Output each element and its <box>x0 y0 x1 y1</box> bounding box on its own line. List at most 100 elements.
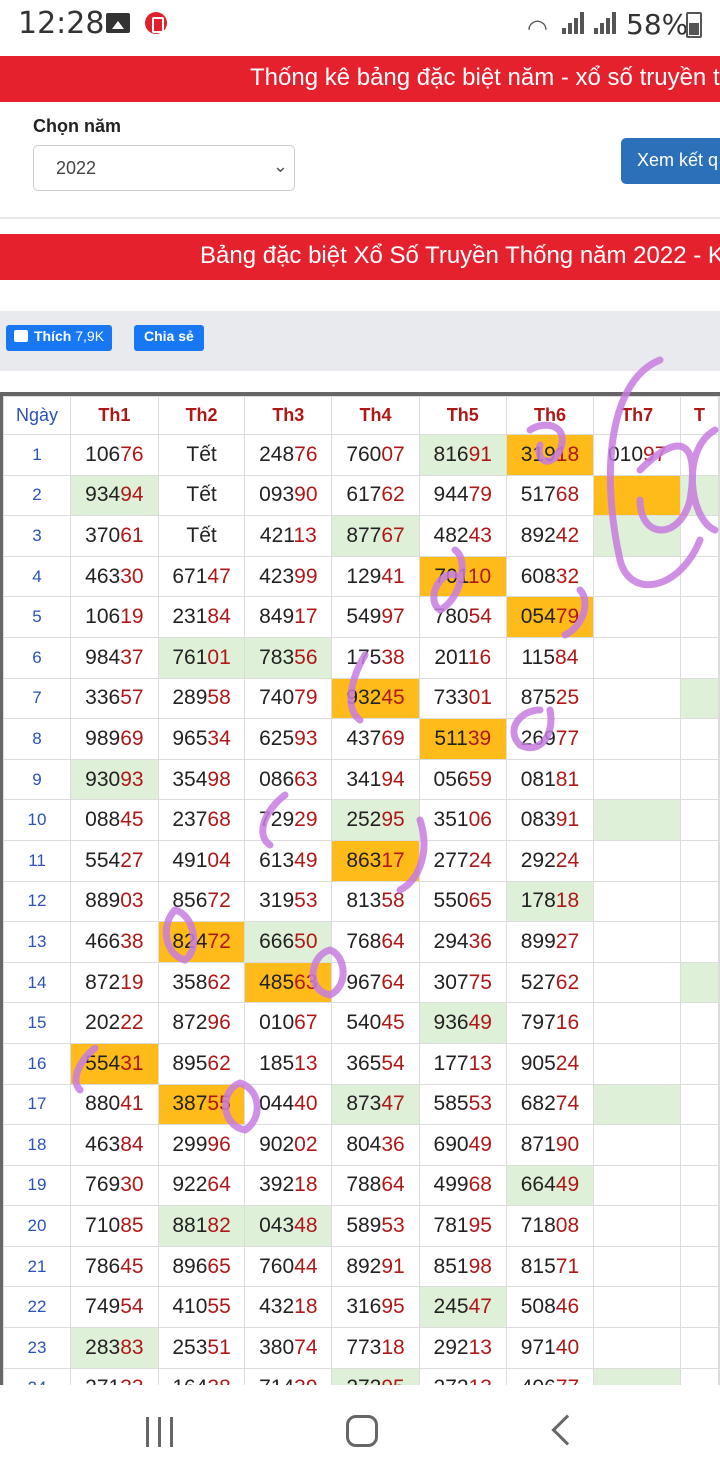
result-cell <box>593 1083 682 1126</box>
day-cell: 10 <box>3 799 72 841</box>
table-row: 6 98437 76101 78356 17538 20116 11584 <box>3 636 720 679</box>
result-cell: 23184 <box>157 596 246 638</box>
table-row: 19 76930 92264 39218 78864 49968 66449 <box>3 1164 720 1207</box>
result-cell: 36554 <box>331 1042 420 1085</box>
result-cell: 08391 <box>505 799 595 841</box>
result-cell: 61349 <box>244 839 333 882</box>
result-cell <box>593 1245 682 1288</box>
back-icon[interactable] <box>551 1414 583 1446</box>
result-cell: 20222 <box>70 1002 159 1044</box>
result-cell: Tết <box>157 434 246 476</box>
result-cell-extra <box>718 474 720 517</box>
table-row: 4 46330 67147 42399 12941 70110 60832 <box>3 555 720 598</box>
month-column-header: Th6 <box>505 396 595 435</box>
result-cell: 76101 <box>157 636 246 679</box>
result-cell: 35498 <box>157 758 246 801</box>
result-cell: 72929 <box>244 799 333 841</box>
result-cell: 09390 <box>244 474 333 517</box>
result-cell: 27295 <box>331 1367 420 1385</box>
wifi-icon: ◠ <box>527 15 548 42</box>
result-cell: 46330 <box>70 555 159 598</box>
result-cell: 89242 <box>505 515 595 557</box>
result-cell: 90202 <box>244 1124 333 1166</box>
result-cell-extra <box>718 515 720 557</box>
table-row: 15 20222 87296 01067 54045 93649 79716 <box>3 1002 720 1044</box>
result-cell-extra <box>718 1367 720 1385</box>
result-cell: 26977 <box>505 718 595 760</box>
result-cell: 38074 <box>244 1327 333 1369</box>
result-cell: 96764 <box>331 961 420 1004</box>
day-column-header: Ngày <box>3 396 72 435</box>
result-cell: 81691 <box>418 434 507 476</box>
result-cell: 89927 <box>505 921 595 963</box>
result-cell-extra <box>718 1327 720 1369</box>
result-cell: 88182 <box>157 1205 246 1247</box>
result-cell: 12941 <box>331 555 420 598</box>
result-cell-extra <box>718 1245 720 1288</box>
facebook-share-button[interactable]: Chia sẻ <box>134 325 204 351</box>
day-cell: 17 <box>3 1083 72 1126</box>
result-cell: 81571 <box>505 1245 595 1288</box>
results-table-container[interactable]: Ngày Th1 Th2 Th3 Th4 Th5 Th6 Th7 T 1 10676 Tết 248… <box>0 392 720 1385</box>
result-cell: 48563 <box>244 961 333 1004</box>
result-cell <box>593 636 682 679</box>
recent-apps-icon[interactable] <box>146 1417 176 1447</box>
battery-icon <box>686 12 702 38</box>
result-cell: 25351 <box>157 1327 246 1369</box>
year-select[interactable]: 2022 ⌄ <box>33 145 295 191</box>
result-cell: 49968 <box>418 1164 507 1207</box>
result-cell-extra <box>718 1286 720 1329</box>
result-cell: 74954 <box>70 1286 159 1329</box>
result-cell-extra <box>718 758 720 801</box>
result-cell: 89291 <box>331 1245 420 1288</box>
result-cell-extra <box>718 596 720 638</box>
result-cell: 27133 <box>70 1367 159 1385</box>
result-cell: 71439 <box>244 1367 333 1385</box>
result-cell: 31695 <box>331 1286 420 1329</box>
year-label: Chọn năm <box>33 116 121 136</box>
status-bar: 12:28 ◠ 58% <box>0 0 720 52</box>
result-cell: 51768 <box>505 474 595 517</box>
table-row: 5 10619 23184 84917 54997 78054 05479 <box>3 596 720 638</box>
result-cell <box>680 799 719 841</box>
day-cell: 1 <box>3 434 72 476</box>
result-cell <box>680 1042 719 1085</box>
result-cell <box>593 1286 682 1329</box>
day-cell: 4 <box>3 555 72 598</box>
year-select-value: 2022 <box>56 158 97 178</box>
result-cell-extra <box>718 434 720 476</box>
result-cell: 87347 <box>331 1083 420 1126</box>
table-row: 11 55427 49104 61349 86317 27724 29224 <box>3 839 720 882</box>
result-cell: 78356 <box>244 636 333 679</box>
result-cell: 71085 <box>70 1205 159 1247</box>
result-cell: 55427 <box>70 839 159 882</box>
result-cell: 31953 <box>244 880 333 923</box>
result-cell: 08663 <box>244 758 333 801</box>
result-cell <box>593 1002 682 1044</box>
day-cell: 12 <box>3 880 72 923</box>
result-cell: 28383 <box>70 1327 159 1369</box>
result-cell <box>680 1286 719 1329</box>
table-row: 18 46384 29996 90202 80436 69049 87190 <box>3 1124 720 1166</box>
result-cell-extra <box>718 880 720 923</box>
result-cell: 93494 <box>70 474 159 517</box>
result-cell-extra <box>718 1124 720 1166</box>
day-cell: 8 <box>3 718 72 760</box>
view-results-button[interactable]: Xem kết q <box>621 138 720 184</box>
result-cell: 08845 <box>70 799 159 841</box>
result-cell: 01097 <box>593 434 682 476</box>
battery-percent: 58% <box>626 8 689 41</box>
day-cell: 9 <box>3 758 72 801</box>
result-cell: 87190 <box>505 1124 595 1166</box>
home-icon[interactable] <box>346 1415 378 1447</box>
result-cell-extra <box>718 1164 720 1207</box>
result-cell: 17818 <box>505 880 595 923</box>
status-time: 12:28 <box>18 6 105 41</box>
result-cell <box>680 596 719 638</box>
result-cell: 96534 <box>157 718 246 760</box>
result-cell <box>593 596 682 638</box>
result-cell: 49104 <box>157 839 246 882</box>
result-cell-extra <box>718 1083 720 1126</box>
facebook-like-button[interactable]: Thích 7,9K <box>6 325 113 351</box>
result-cell <box>593 839 682 882</box>
